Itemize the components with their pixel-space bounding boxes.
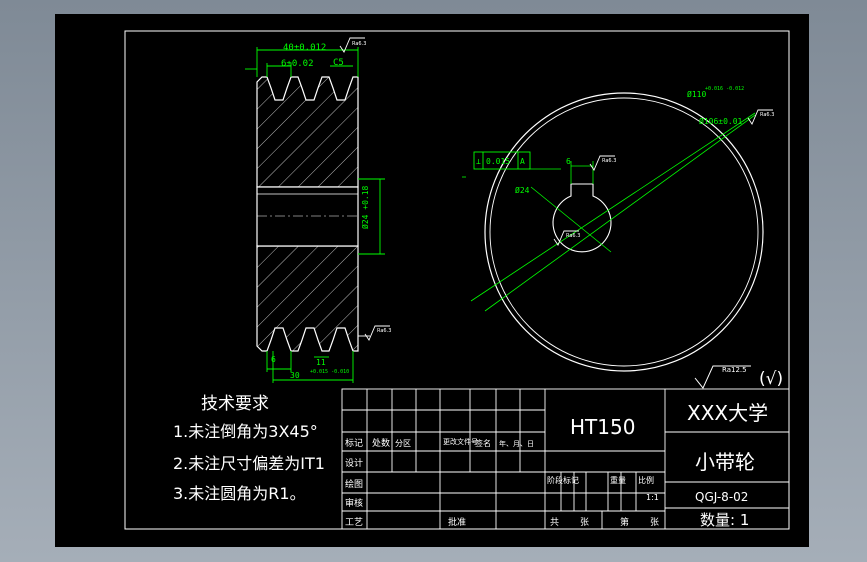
tolerance-symbol: ⟂ [476,157,481,166]
quantity-label: 数量: 1 [700,511,749,529]
roughness-od-label: Ra6.3 [760,112,774,118]
dim-total-width: 40±0.012 [283,43,326,53]
note-3: 3.未注圆角为R1。 [173,484,306,503]
sheets-total: 共 [550,517,559,528]
technical-notes: 技术要求 1.未注倒角为3X45° 2.未注尺寸偏差为IT1 3.未注圆角为R1… [173,394,325,503]
role-draw: 绘图 [345,478,363,490]
drawing-number-label: QGJ-8-02 [695,490,748,504]
dim-bore-label: Ø24 [515,185,530,195]
section-lower-body [256,245,359,352]
role-process: 工艺 [345,517,363,528]
notes-title: 技术要求 [201,394,269,414]
roughness-bore-label: Ra6.3 [566,233,580,239]
dim-chamfer: C5 [333,58,344,68]
roughness-right-label: Ra6.3 [377,328,391,334]
bore-section [256,186,359,247]
roughness-top-label: Ra6.3 [352,41,366,47]
sheets-unit: 张 [580,517,589,528]
section-upper-body [256,76,359,188]
front-view: Ø110 +0.016 -0.012 Ø106±0.01 Ra6.3 6 Ra6… [462,86,774,372]
approval-label: 批准 [448,516,466,528]
scale-label: 比例 [638,475,654,485]
dim-keyway: 6 [566,157,571,166]
cad-drawing: 40±0.012 6±0.02 C5 Ra6.3 Ø24 +0.18 6 11 … [124,30,790,530]
dim-pitch-diameter: Ø106±0.01 [699,116,743,126]
header-signature: 签名 [475,438,491,448]
roughness-key-label: Ra6.3 [602,158,616,164]
drawing-sheet: 40±0.012 6±0.02 C5 Ra6.3 Ø24 +0.18 6 11 … [55,14,809,547]
section-view: 40±0.012 6±0.02 C5 Ra6.3 Ø24 +0.18 6 11 … [245,37,391,383]
scale-value: 1:1 [646,493,659,502]
header-count: 处数 [372,437,390,449]
sheet-number: 第 [620,516,629,528]
header-date: 年、月、日 [499,439,534,448]
dim-bore-vertical: Ø24 +0.18 [360,185,370,229]
note-1: 1.未注倒角为3X45° [173,422,318,441]
dim-bottom-pitch: 11 [316,358,326,367]
role-review: 审核 [345,497,363,509]
dim-groove-pitch: 6±0.02 [281,59,314,69]
dim-outer-tolerance: +0.016 -0.012 [705,86,744,92]
tolerance-datum: A [520,157,525,166]
header-change-doc: 更改文件号 [443,437,478,446]
material-label: HT150 [570,415,635,439]
dim-outer-diameter: Ø110 [687,89,706,99]
dim-bottom-tol: +0.015 -0.010 [310,369,349,375]
roughness-general-label: Ra12.5 [722,366,747,374]
header-mark: 标记 [345,437,363,449]
pitch-circle [489,97,759,367]
dim-bottom-total: 30 [290,371,300,380]
header-zone: 分区 [395,439,411,448]
weight-label: 重量 [610,475,626,485]
roughness-check: (√) [759,369,783,389]
role-design: 设计 [345,457,363,469]
sheet-unit: 张 [650,517,659,528]
tolerance-value: 0.015 [486,157,510,166]
outer-circle [484,92,764,372]
stage-mark-label: 阶段标记 [547,475,579,485]
title-block-text: HT150 XXX大学 小带轮 QGJ-8-02 数量: 1 1:1 标记 处数… [345,401,768,529]
note-2: 2.未注尺寸偏差为IT1 [173,454,325,473]
bore-keyway [552,183,612,253]
part-name-label: 小带轮 [695,450,755,474]
university-label: XXX大学 [687,401,768,425]
dim-bottom-groove: 6 [271,355,276,364]
